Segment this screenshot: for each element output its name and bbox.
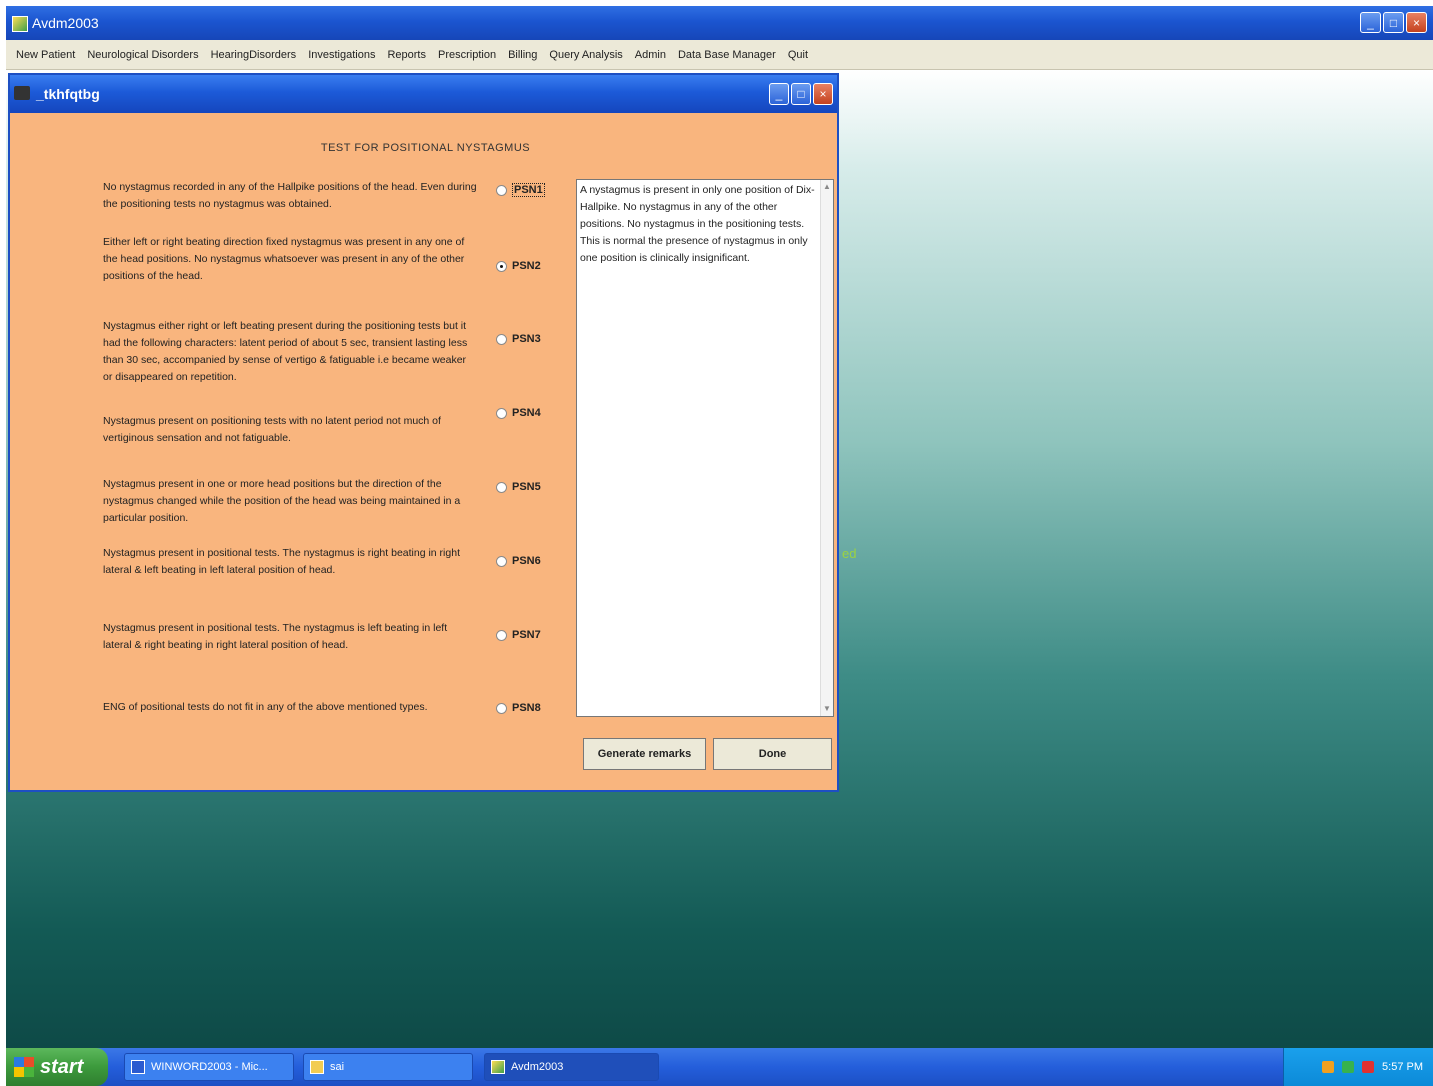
app-titlebar: Avdm2003 _ □ × [6, 6, 1433, 40]
radio-psn2[interactable]: PSN2 [496, 260, 541, 272]
radio-circle-checked[interactable] [496, 260, 507, 272]
taskbar-item-folder[interactable]: sai [303, 1053, 473, 1081]
taskbar-item-avdm[interactable]: Avdm2003 [484, 1053, 659, 1081]
radio-label[interactable]: PSN7 [512, 629, 541, 641]
clock[interactable]: 5:57 PM [1382, 1061, 1423, 1073]
radio-psn3[interactable]: PSN3 [496, 333, 541, 345]
taskbar-item-label: Avdm2003 [511, 1061, 564, 1073]
dialog-title: _tkhfqtbg [36, 86, 100, 102]
option-psn7-description: Nystagmus present in positional tests. T… [103, 622, 448, 651]
folder-icon [310, 1060, 324, 1074]
dialog-icon [14, 86, 30, 100]
dialog-titlebar[interactable]: _tkhfqtbg _ □ × [10, 75, 837, 113]
radio-psn1[interactable]: PSN1 [496, 183, 545, 197]
close-button[interactable]: × [1406, 12, 1427, 33]
taskbar: start WINWORD2003 - Mic... sai Avdm2003 … [6, 1048, 1433, 1086]
option-psn6-description: Nystagmus present in positional tests. T… [103, 547, 460, 576]
security-icon[interactable] [1342, 1061, 1355, 1073]
radio-label[interactable]: PSN1 [512, 183, 545, 197]
menu-new-patient[interactable]: New Patient [10, 49, 81, 61]
scroll-down-arrow-icon[interactable]: ▼ [821, 702, 833, 716]
volume-icon[interactable] [1362, 1061, 1375, 1073]
dialog-heading: TEST FOR POSITIONAL NYSTAGMUS [320, 142, 531, 154]
taskbar-item-word[interactable]: WINWORD2003 - Mic... [124, 1053, 294, 1081]
menu-quit[interactable]: Quit [782, 49, 814, 61]
dialog-minimize-button[interactable]: _ [769, 83, 789, 105]
radio-circle[interactable] [496, 407, 507, 419]
option-psn8-description: ENG of positional tests do not fit in an… [103, 701, 428, 713]
remarks-text: A nystagmus is present in only one posit… [580, 184, 815, 264]
menu-investigations[interactable]: Investigations [302, 49, 381, 61]
start-button[interactable]: start [6, 1048, 108, 1086]
radio-circle[interactable] [496, 333, 507, 345]
radio-label[interactable]: PSN3 [512, 333, 541, 345]
radio-circle[interactable] [496, 555, 507, 567]
app-window-controls: _ □ × [1360, 12, 1427, 33]
dialog-maximize-button[interactable]: □ [791, 83, 811, 105]
system-tray: 5:57 PM [1283, 1048, 1433, 1086]
dialog-close-button[interactable]: × [813, 83, 833, 105]
radio-label[interactable]: PSN4 [512, 407, 541, 419]
generate-remarks-button[interactable]: Generate remarks [583, 738, 706, 770]
windows-flag-icon [14, 1057, 34, 1077]
menu-prescription[interactable]: Prescription [432, 49, 502, 61]
radio-label[interactable]: PSN8 [512, 702, 541, 714]
radio-circle[interactable] [496, 702, 507, 714]
positional-nystagmus-dialog: _tkhfqtbg _ □ × TEST FOR POSITIONAL NYST… [8, 73, 839, 792]
radio-psn5[interactable]: PSN5 [496, 481, 541, 493]
menu-bar: New Patient Neurological Disorders Heari… [6, 40, 1433, 70]
radio-circle[interactable] [496, 184, 507, 196]
option-psn1-description: No nystagmus recorded in any of the Hall… [103, 181, 477, 210]
menu-neurological-disorders[interactable]: Neurological Disorders [81, 49, 204, 61]
minimize-button[interactable]: _ [1360, 12, 1381, 33]
remarks-textarea[interactable]: A nystagmus is present in only one posit… [576, 179, 834, 717]
option-psn2-description: Either left or right beating direction f… [103, 236, 465, 282]
app-icon [12, 16, 28, 32]
menu-billing[interactable]: Billing [502, 49, 543, 61]
background-fragment: ed [842, 546, 857, 561]
scroll-up-arrow-icon[interactable]: ▲ [821, 180, 833, 194]
word-icon [131, 1060, 145, 1074]
radio-label[interactable]: PSN2 [512, 260, 541, 272]
radio-circle[interactable] [496, 629, 507, 641]
menu-admin[interactable]: Admin [629, 49, 672, 61]
taskbar-item-label: WINWORD2003 - Mic... [151, 1061, 268, 1073]
taskbar-item-label: sai [330, 1061, 345, 1073]
radio-circle[interactable] [496, 481, 507, 493]
radio-psn6[interactable]: PSN6 [496, 555, 541, 567]
option-psn5-description: Nystagmus present in one or more head po… [103, 478, 461, 524]
menu-database-manager[interactable]: Data Base Manager [672, 49, 782, 61]
remarks-scrollbar[interactable]: ▲ ▼ [820, 180, 833, 716]
radio-psn7[interactable]: PSN7 [496, 629, 541, 641]
radio-psn4[interactable]: PSN4 [496, 407, 541, 419]
option-psn3-description: Nystagmus either right or left beating p… [103, 320, 468, 383]
option-psn4-description: Nystagmus present on positioning tests w… [103, 415, 441, 444]
maximize-button[interactable]: □ [1383, 12, 1404, 33]
menu-query-analysis[interactable]: Query Analysis [543, 49, 628, 61]
done-button[interactable]: Done [713, 738, 832, 770]
app-title: Avdm2003 [32, 15, 99, 31]
app-icon [491, 1060, 505, 1074]
radio-psn8[interactable]: PSN8 [496, 702, 541, 714]
menu-reports[interactable]: Reports [381, 49, 432, 61]
dialog-window-controls: _ □ × [769, 83, 833, 105]
radio-label[interactable]: PSN5 [512, 481, 541, 493]
radio-label[interactable]: PSN6 [512, 555, 541, 567]
network-icon[interactable] [1322, 1061, 1335, 1073]
menu-hearing-disorders[interactable]: HearingDisorders [205, 49, 303, 61]
start-label: start [40, 1055, 84, 1078]
